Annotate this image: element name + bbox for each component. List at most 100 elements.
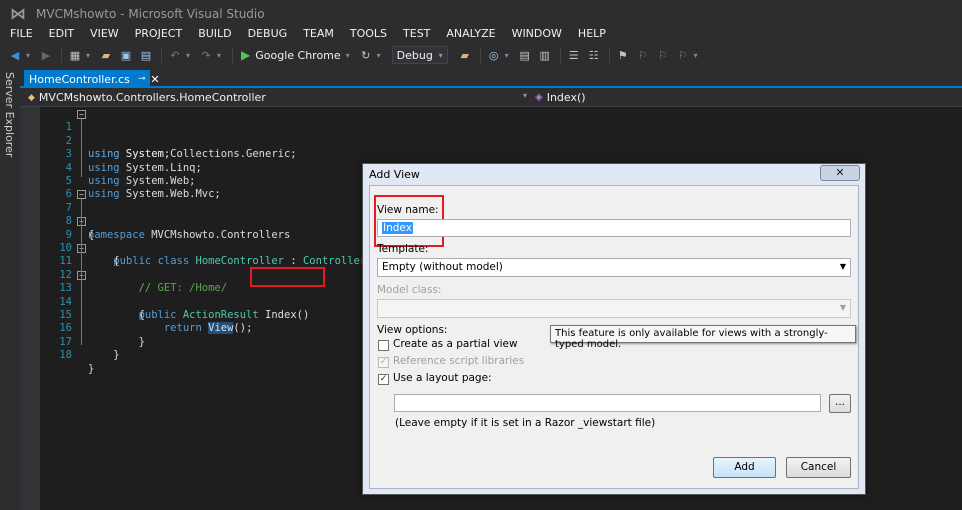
- menu-file[interactable]: FILE: [0, 25, 41, 43]
- refresh-icon[interactable]: ↻: [357, 46, 375, 64]
- new-project-dropdown-icon[interactable]: ▾: [86, 51, 94, 60]
- class-icon: ◆: [28, 92, 35, 103]
- toolbar-separator: [559, 47, 561, 63]
- refresh-dropdown-icon[interactable]: ▾: [377, 51, 385, 60]
- visual-studio-logo-icon: ⋈: [10, 4, 26, 23]
- toolbar-separator: [232, 47, 233, 63]
- outline-guide: [81, 199, 82, 345]
- undo-icon[interactable]: ↶: [166, 46, 184, 64]
- chevron-down-icon: ▼: [839, 262, 846, 271]
- add-button[interactable]: Add: [713, 457, 776, 478]
- collapse-icon[interactable]: −: [77, 110, 86, 119]
- comment-icon[interactable]: ☰: [565, 46, 583, 64]
- tab-homecontroller[interactable]: HomeController.cs ⊸ ✕: [24, 70, 160, 88]
- undo-dropdown-icon[interactable]: ▾: [186, 51, 194, 60]
- index-method-highlight-box: [250, 267, 325, 287]
- outline-guide: [81, 119, 82, 177]
- code-text: }: [88, 362, 95, 375]
- window-title: MVCMshowto - Microsoft Visual Studio: [36, 6, 265, 21]
- new-project-icon[interactable]: ▦: [66, 46, 84, 64]
- layout-page-label: Use a layout page:: [393, 372, 492, 384]
- solution-configuration-select[interactable]: Debug ▾: [391, 46, 448, 64]
- run-target-label: Google Chrome: [255, 48, 341, 62]
- member-dropdown[interactable]: ◈ Index(): [535, 91, 586, 104]
- member-dropdown-value: Index(): [546, 91, 586, 104]
- code-text: }: [113, 349, 120, 362]
- members-icon[interactable]: ▤: [516, 46, 534, 64]
- menu-bar: FILE EDIT VIEW PROJECT BUILD DEBUG TEAM …: [0, 25, 614, 43]
- toolbar-separator: [161, 47, 162, 63]
- run-target-dropdown-icon[interactable]: ▾: [346, 51, 354, 60]
- close-button[interactable]: ✕: [820, 165, 860, 181]
- toolbar-options-dropdown-icon[interactable]: ▾: [694, 51, 702, 60]
- code-line: 4 using System.Web;: [20, 148, 962, 187]
- menu-test[interactable]: TEST: [395, 25, 438, 43]
- menu-team[interactable]: TEAM: [295, 25, 342, 43]
- previous-bookmark-icon[interactable]: ⚐: [634, 46, 652, 64]
- navigate-back-dropdown-icon[interactable]: ▾: [26, 51, 34, 60]
- toolbar-separator: [479, 47, 481, 63]
- cancel-button[interactable]: Cancel: [786, 457, 851, 478]
- menu-debug[interactable]: DEBUG: [240, 25, 296, 43]
- title-bar: ⋈ MVCMshowto - Microsoft Visual Studio: [0, 0, 962, 27]
- template-select[interactable]: Empty (without model) ▼: [377, 258, 851, 277]
- chevron-down-icon: ▾: [438, 50, 443, 60]
- navigation-bar: ◆ MVCMshowto.Controllers.HomeController …: [20, 90, 962, 107]
- menu-tools[interactable]: TOOLS: [342, 25, 395, 43]
- redo-icon[interactable]: ↷: [197, 46, 215, 64]
- menu-build[interactable]: BUILD: [190, 25, 239, 43]
- script-libraries-checkbox[interactable]: ✓: [378, 357, 389, 368]
- view-name-input[interactable]: Index: [377, 219, 851, 237]
- browse-button[interactable]: ...: [829, 394, 851, 413]
- template-label: Template:: [377, 243, 429, 255]
- layout-page-checkbox[interactable]: ✓: [378, 374, 389, 385]
- menu-analyze[interactable]: ANALYZE: [438, 25, 503, 43]
- document-tab-well: HomeController.cs ⊸ ✕: [20, 70, 962, 88]
- configuration-value: Debug: [396, 48, 433, 62]
- model-class-tooltip: This feature is only available for views…: [550, 325, 856, 350]
- type-dropdown-value: MVCMshowto.Controllers.HomeController: [38, 91, 266, 104]
- method-icon: ◈: [535, 92, 543, 103]
- find-in-files-icon[interactable]: ▰: [456, 46, 474, 64]
- navigate-back-icon[interactable]: ◀: [6, 46, 24, 64]
- chevron-down-icon: ▼: [839, 303, 846, 312]
- browser-link-dropdown-icon[interactable]: ▾: [505, 51, 513, 60]
- toolbar-separator: [61, 47, 62, 63]
- dialog-title: Add View: [369, 168, 420, 181]
- save-icon[interactable]: ▣: [117, 46, 135, 64]
- view-name-label: View name:: [377, 204, 439, 216]
- uncomment-icon[interactable]: ☷: [585, 46, 603, 64]
- code-line: 2 using System.Collections.Generic;: [20, 121, 962, 160]
- layout-hint: (Leave empty if it is set in a Razor _vi…: [395, 417, 656, 429]
- model-class-select[interactable]: ▼: [377, 299, 851, 318]
- menu-project[interactable]: PROJECT: [127, 25, 191, 43]
- save-all-icon[interactable]: ▤: [137, 46, 155, 64]
- clear-bookmarks-icon[interactable]: ⚐: [674, 46, 692, 64]
- next-bookmark-icon[interactable]: ⚐: [654, 46, 672, 64]
- redo-dropdown-icon[interactable]: ▾: [217, 51, 225, 60]
- play-icon: ▶: [241, 48, 251, 62]
- chevron-down-icon[interactable]: ▾: [523, 91, 527, 100]
- line-number: 18: [59, 349, 72, 362]
- browser-link-icon[interactable]: ◎: [485, 46, 503, 64]
- navigate-forward-icon[interactable]: ▶: [37, 46, 55, 64]
- layout-path-input[interactable]: [394, 394, 821, 412]
- menu-view[interactable]: VIEW: [82, 25, 127, 43]
- server-explorer-tab[interactable]: Server Explorer: [3, 72, 16, 157]
- menu-help[interactable]: HELP: [570, 25, 614, 43]
- bookmark-icon[interactable]: ⚑: [614, 46, 632, 64]
- tab-label: HomeController.cs: [29, 72, 130, 86]
- toolbar-separator: [608, 47, 610, 63]
- code-line: 1 − using System;: [20, 108, 962, 160]
- menu-window[interactable]: WINDOW: [504, 25, 570, 43]
- pin-icon[interactable]: ⊸: [138, 74, 146, 84]
- start-debugging-button[interactable]: ▶ Google Chrome: [241, 48, 341, 62]
- open-file-icon[interactable]: ▰: [97, 46, 115, 64]
- view-name-value: Index: [382, 222, 413, 234]
- close-icon[interactable]: ✕: [150, 73, 159, 86]
- menu-edit[interactable]: EDIT: [41, 25, 82, 43]
- code-line: 3 using System.Linq;: [20, 135, 962, 173]
- quick-info-icon[interactable]: ▥: [536, 46, 554, 64]
- type-dropdown[interactable]: ◆ MVCMshowto.Controllers.HomeController: [28, 91, 266, 104]
- partial-view-checkbox[interactable]: [378, 340, 389, 351]
